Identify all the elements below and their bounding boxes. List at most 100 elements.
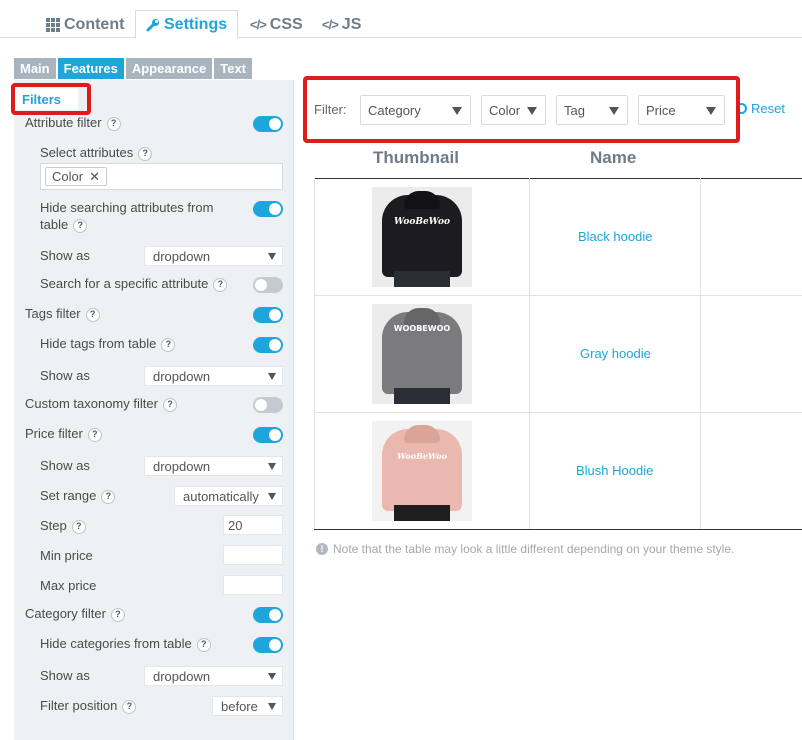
tab-css-label: CSS	[269, 15, 303, 33]
chevron-down-icon	[268, 373, 276, 380]
select-value: Category	[368, 102, 421, 118]
step-label: Step?	[40, 517, 86, 534]
product-thumbnail-black-hoodie[interactable]: WooBeWoo	[372, 187, 472, 287]
attribute-show-as-select[interactable]: dropdown	[144, 246, 283, 266]
column-header-name[interactable]: Name	[590, 148, 636, 168]
chevron-down-icon	[706, 107, 716, 115]
select-value: Color	[489, 102, 521, 118]
tags-show-as-select[interactable]: dropdown	[144, 366, 283, 386]
search-specific-attribute-label: Search for a specific attribute?	[40, 275, 228, 292]
category-show-as-select[interactable]: dropdown	[144, 666, 283, 686]
sub-tab-bar: Main Features Appearance Text	[14, 58, 253, 79]
table-header-divider	[314, 178, 802, 179]
top-tab-bar: Content Settings </> CSS </> JS	[0, 0, 802, 39]
hide-tags-toggle[interactable]	[253, 337, 283, 353]
help-icon[interactable]: ?	[196, 637, 211, 652]
row-divider	[314, 295, 802, 296]
select-value: dropdown	[153, 458, 211, 474]
product-thumbnail-blush-hoodie[interactable]: WooBeWoo	[372, 421, 472, 521]
search-specific-attribute-toggle[interactable]	[253, 277, 283, 293]
column-divider	[529, 178, 530, 529]
filter-price-select[interactable]: Price	[638, 95, 725, 125]
subtab-main[interactable]: Main	[14, 58, 56, 79]
min-price-label: Min price	[40, 548, 93, 563]
select-value: Tag	[564, 102, 585, 118]
column-divider	[700, 178, 701, 529]
price-filter-toggle[interactable]	[253, 427, 283, 443]
attribute-filter-label: Attribute filter?	[25, 114, 121, 131]
attribute-chip-color: Color ✕	[45, 167, 107, 186]
help-icon[interactable]: ?	[161, 337, 176, 352]
select-attributes-input[interactable]: Color ✕	[40, 163, 283, 190]
hoodie-print: WooBeWoo	[397, 451, 447, 461]
chevron-down-icon	[609, 107, 619, 115]
column-header-thumbnail[interactable]: Thumbnail	[373, 148, 459, 168]
category-show-as-label: Show as	[40, 668, 90, 683]
product-link-black-hoodie[interactable]: Black hoodie	[578, 229, 652, 244]
filter-category-select[interactable]: Category	[360, 95, 471, 125]
custom-taxonomy-filter-label: Custom taxonomy filter?	[25, 395, 177, 412]
product-thumbnail-gray-hoodie[interactable]: WOOBEWOO	[372, 304, 472, 404]
subtab-features[interactable]: Features	[57, 58, 124, 79]
filter-tag-select[interactable]: Tag	[556, 95, 628, 125]
category-filter-toggle[interactable]	[253, 607, 283, 623]
help-icon[interactable]: ?	[110, 607, 125, 622]
hide-categories-toggle[interactable]	[253, 637, 283, 653]
row-divider	[314, 412, 802, 413]
filter-position-label: Filter position?	[40, 697, 137, 714]
filter-color-select[interactable]: Color	[481, 95, 546, 125]
attribute-filter-toggle[interactable]	[253, 116, 283, 132]
chevron-down-icon	[268, 493, 276, 500]
help-icon[interactable]: ?	[106, 116, 121, 131]
help-icon[interactable]: ?	[87, 427, 102, 442]
subtab-text[interactable]: Text	[214, 58, 253, 79]
set-range-select[interactable]: automatically	[174, 486, 283, 506]
set-range-label: Set range?	[40, 487, 116, 504]
subtab-appearance[interactable]: Appearance	[125, 58, 213, 79]
help-icon[interactable]: ?	[71, 519, 86, 534]
hide-tags-label: Hide tags from table?	[40, 335, 176, 352]
reset-button[interactable]: Reset	[736, 101, 785, 116]
select-attributes-label: Select attributes?	[40, 144, 153, 161]
price-show-as-label: Show as	[40, 458, 90, 473]
chevron-down-icon	[268, 673, 276, 680]
custom-taxonomy-filter-toggle[interactable]	[253, 397, 283, 413]
chevron-down-icon	[268, 463, 276, 470]
tab-css[interactable]: </> CSS	[240, 10, 313, 39]
filter-position-select[interactable]: before	[212, 696, 283, 716]
select-value: before	[221, 698, 258, 714]
grid-icon	[46, 17, 60, 32]
section-tab-filters[interactable]: Filters	[14, 88, 78, 110]
help-icon[interactable]: ?	[162, 397, 177, 412]
close-icon[interactable]: ✕	[89, 169, 100, 185]
min-price-input[interactable]	[223, 545, 283, 565]
help-icon[interactable]: ?	[73, 218, 88, 233]
tab-content[interactable]: Content	[36, 10, 134, 39]
table-left-border	[314, 178, 315, 529]
help-icon[interactable]: ?	[213, 277, 228, 292]
reset-label: Reset	[751, 101, 785, 116]
help-icon[interactable]: ?	[85, 307, 100, 322]
tags-filter-label: Tags filter?	[25, 305, 100, 322]
select-value: dropdown	[153, 248, 211, 264]
wrench-icon	[146, 18, 159, 31]
hide-searching-attributes-toggle[interactable]	[253, 201, 283, 217]
tags-show-as-label: Show as	[40, 368, 90, 383]
product-link-gray-hoodie[interactable]: Gray hoodie	[580, 346, 651, 361]
tags-filter-toggle[interactable]	[253, 307, 283, 323]
max-price-label: Max price	[40, 578, 97, 593]
product-link-blush-hoodie[interactable]: Blush Hoodie	[576, 463, 653, 478]
help-icon[interactable]: ?	[122, 699, 137, 714]
tab-settings-label: Settings	[164, 15, 228, 33]
tab-settings[interactable]: Settings	[135, 10, 239, 39]
hoodie-print: WOOBEWOO	[393, 324, 451, 333]
max-price-input[interactable]	[223, 575, 283, 595]
select-value: Price	[646, 102, 676, 118]
tab-js[interactable]: </> JS	[312, 10, 371, 39]
category-filter-label: Category filter?	[25, 605, 125, 622]
step-input[interactable]: 20	[223, 515, 283, 535]
tab-content-label: Content	[64, 15, 125, 33]
help-icon[interactable]: ?	[101, 489, 116, 504]
price-show-as-select[interactable]: dropdown	[144, 456, 283, 476]
help-icon[interactable]: ?	[138, 146, 153, 161]
